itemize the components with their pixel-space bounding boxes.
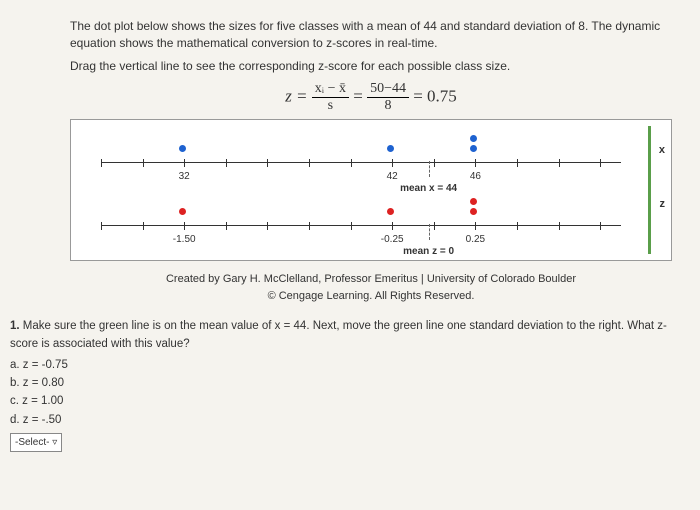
x-axis: 32 42 46 mean x = 44 xyxy=(101,162,621,163)
attribution-author: Created by Gary H. McClelland, Professor… xyxy=(70,271,672,288)
draggable-line[interactable] xyxy=(648,126,651,254)
intro-line-1: The dot plot below shows the sizes for f… xyxy=(70,18,672,52)
intro-line-2: Drag the vertical line to see the corres… xyxy=(70,58,672,75)
data-point xyxy=(470,135,477,142)
x-tick-label: 46 xyxy=(470,171,481,182)
x-mean-label: mean x = 44 xyxy=(400,183,457,194)
option-a: a. z = -0.75 xyxy=(10,357,672,374)
z-tick-label: -0.25 xyxy=(381,234,404,245)
data-point xyxy=(470,208,477,215)
data-point xyxy=(387,145,394,152)
x-tick-label: 42 xyxy=(387,171,398,182)
z-side-label: z xyxy=(660,198,666,210)
dot-plot[interactable]: 32 42 46 mean x = 44 -1.50 -0.25 0.25 me… xyxy=(70,119,672,261)
option-d: d. z = -.50 xyxy=(10,412,672,429)
question-text: Make sure the green line is on the mean … xyxy=(10,320,667,349)
x-side-label: x xyxy=(659,144,665,156)
answer-select[interactable]: -Select- ▿ xyxy=(10,433,62,452)
z-tick-label: -1.50 xyxy=(173,234,196,245)
data-point xyxy=(470,145,477,152)
data-point xyxy=(179,208,186,215)
z-tick-label: 0.25 xyxy=(466,234,485,245)
z-formula: z = xᵢ − x̄s = 50−448 = 0.75 xyxy=(70,82,672,113)
data-point xyxy=(470,198,477,205)
option-b: b. z = 0.80 xyxy=(10,375,672,392)
option-c: c. z = 1.00 xyxy=(10,393,672,410)
question-number: 1. xyxy=(10,320,20,332)
data-point xyxy=(387,208,394,215)
question-1: 1. Make sure the green line is on the me… xyxy=(10,318,672,452)
attribution-copyright: © Cengage Learning. All Rights Reserved. xyxy=(70,288,672,305)
z-axis: -1.50 -0.25 0.25 mean z = 0 xyxy=(101,225,621,226)
x-tick-label: 32 xyxy=(179,171,190,182)
data-point xyxy=(179,145,186,152)
z-mean-label: mean z = 0 xyxy=(403,246,454,257)
